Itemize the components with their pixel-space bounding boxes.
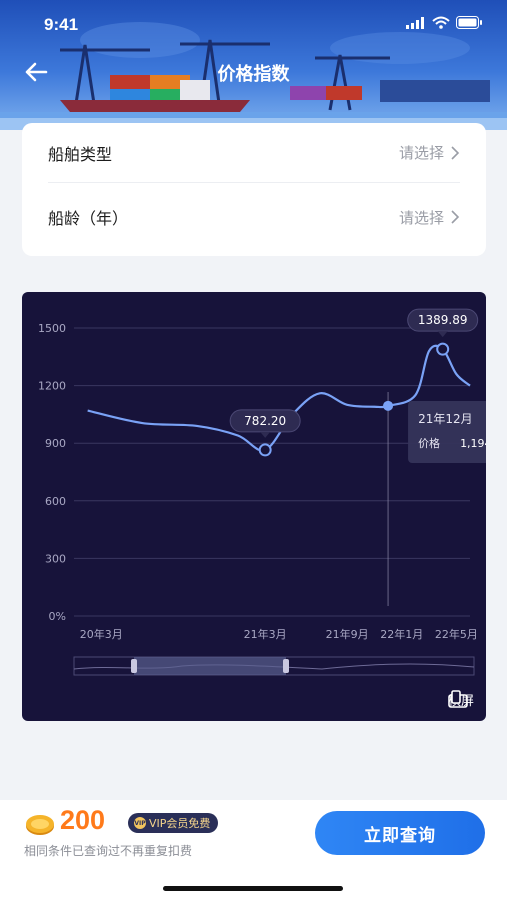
tooltip-point <box>383 400 394 411</box>
annotation-pointer <box>260 431 271 438</box>
zoom-slider-handle-left <box>131 659 137 673</box>
y-tick-label: 0% <box>49 610 66 623</box>
page-title: 价格指数 <box>217 64 290 85</box>
x-tick-label: 21年9月 <box>326 627 369 641</box>
tooltip-box <box>408 401 486 463</box>
tooltip-title: 21年12月 <box>418 412 473 426</box>
y-tick-label: 900 <box>45 437 66 450</box>
price-index-chart[interactable]: 0% 300 600 900 1200 1500 20年3月 21年3月 21年9月 22年1月 2… <box>22 292 486 721</box>
x-tick-label: 21年3月 <box>244 627 287 641</box>
coin-count: 200 <box>60 805 106 835</box>
query-button[interactable]: 立即查询 <box>315 811 485 855</box>
landscape-button[interactable]: 横屏 <box>448 690 474 709</box>
rotate-screen-icon <box>448 690 468 708</box>
y-tick-label: 600 <box>45 495 66 508</box>
filter-ship-type[interactable]: 船舶类型 请选择 <box>48 123 460 183</box>
x-tick-label: 20年3月 <box>80 627 123 641</box>
annotation-pointer <box>437 331 448 338</box>
y-tick-label: 1200 <box>38 380 66 393</box>
annotation-point <box>258 443 272 457</box>
y-tick-label: 1500 <box>38 322 66 335</box>
vip-icon: VIP <box>134 817 146 829</box>
filter-value-wrap: 请选择 <box>399 142 460 163</box>
zoom-slider-handle-right <box>283 659 289 673</box>
filter-value-wrap: 请选择 <box>399 207 460 228</box>
annotation-point <box>436 342 450 356</box>
annotation-label: 782.20 <box>244 414 286 428</box>
chart-svg: 0% 300 600 900 1200 1500 20年3月 21年3月 21年9月 22年1月 2… <box>38 308 486 676</box>
bottom-bar: 200 VIP VIP会员免费 相同条件已查询过不再重复扣费 立即查询 <box>0 800 507 900</box>
vip-badge: VIP VIP会员免费 <box>128 813 219 833</box>
home-indicator <box>163 886 343 891</box>
tooltip-value: 1,194.69 <box>460 437 486 450</box>
signal-icon <box>406 16 424 29</box>
x-tick-label: 22年1月 <box>380 627 423 641</box>
filter-label: 船龄（年） <box>48 209 129 228</box>
chevron-right-icon <box>451 210 460 224</box>
battery-icon <box>456 16 482 29</box>
filter-label: 船舶类型 <box>48 144 113 164</box>
y-tick-label: 300 <box>45 552 66 565</box>
filter-value: 请选择 <box>398 208 444 227</box>
header: 9:41 价格指数 <box>0 0 507 130</box>
tooltip-key: 价格 <box>418 436 440 450</box>
vip-badge-label: VIP会员免费 <box>149 817 211 830</box>
status-time: 9:41 <box>44 15 79 34</box>
coin-icon <box>26 815 54 835</box>
status-icons <box>406 16 483 29</box>
x-tick-label: 22年5月 <box>435 627 478 641</box>
filter-card: 船舶类型 请选择 船龄（年） 请选择 <box>22 123 486 256</box>
annotation-label: 1389.89 <box>418 313 468 327</box>
chevron-right-icon <box>451 145 460 160</box>
filter-value: 请选择 <box>398 144 444 162</box>
charge-note: 相同条件已查询过不再重复扣费 <box>24 844 193 858</box>
filter-ship-age[interactable]: 船龄（年） 请选择 <box>48 187 460 247</box>
zoom-slider-selection <box>134 657 286 675</box>
wifi-icon <box>432 16 450 29</box>
